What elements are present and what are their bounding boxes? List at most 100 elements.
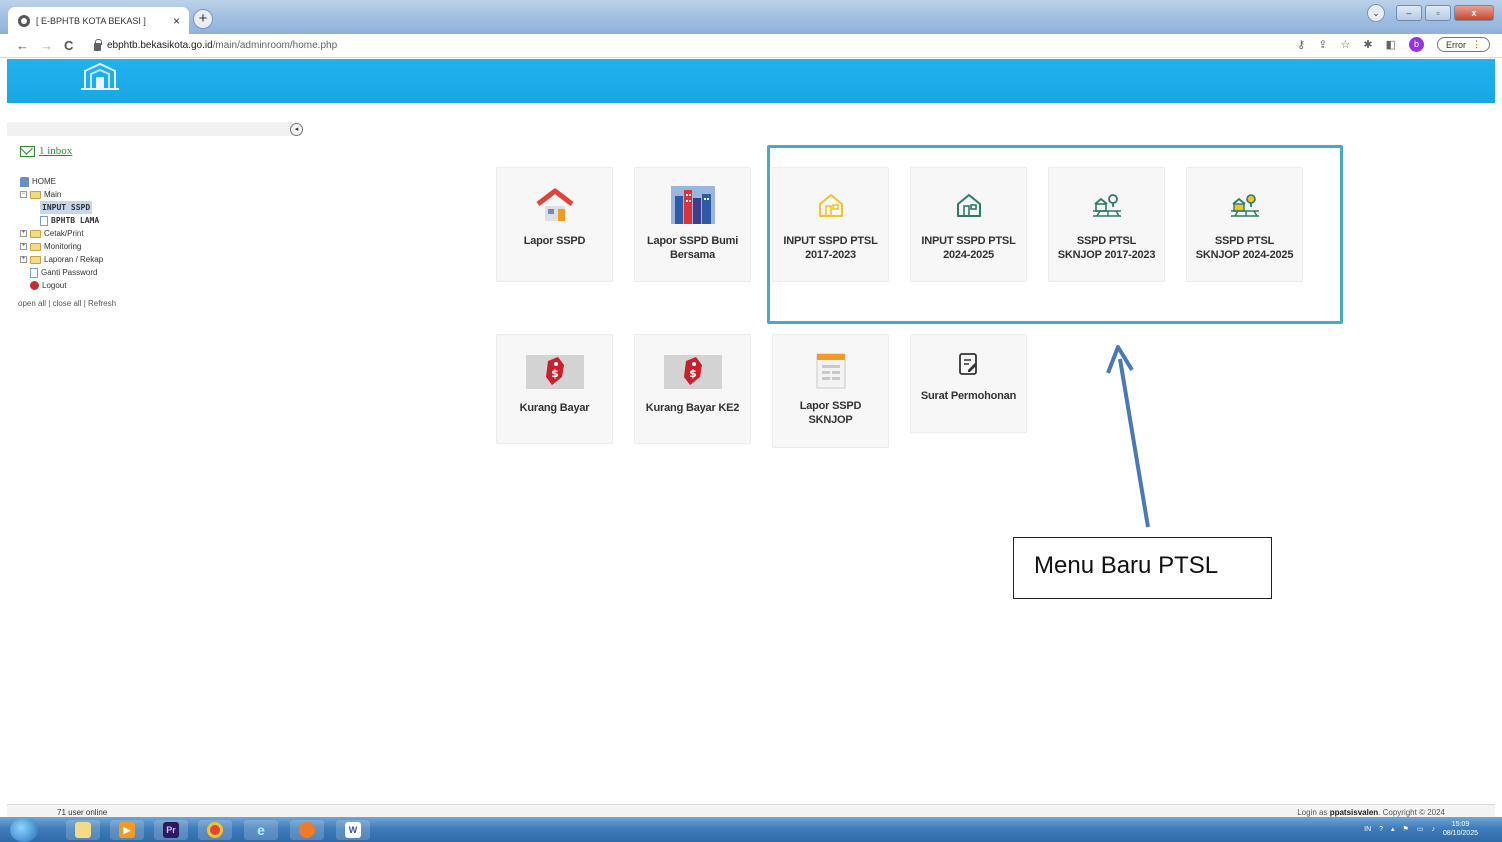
navigation-tree: HOME − Main INPUT SSPD BPHTB LAMA + Ceta… <box>20 175 103 292</box>
tree-label: Laporan / Rekap <box>44 255 104 264</box>
language-indicator[interactable]: IN <box>1364 826 1371 833</box>
menu-card-lapor-bumi-bersama[interactable]: Lapor SSPD Bumi Bersama <box>634 167 751 282</box>
inbox-link[interactable]: 1 inbox <box>20 145 72 157</box>
menu-card-lapor-sspd[interactable]: Lapor SSPD <box>496 167 613 282</box>
edit-document-icon <box>958 349 980 379</box>
extensions-icon[interactable]: ✱ <box>1363 38 1372 51</box>
new-menu-highlight <box>767 145 1343 324</box>
firefox-taskbar-icon[interactable] <box>290 820 324 840</box>
globe-icon <box>18 14 30 27</box>
collapse-icon[interactable]: − <box>20 191 27 198</box>
menu-card-lapor-skjop[interactable]: Lapor SSPD SKNJOP <box>772 334 889 448</box>
tab-search-button[interactable]: ⌄ <box>1367 4 1385 22</box>
open-all-link[interactable]: open all <box>18 299 46 308</box>
share-icon[interactable]: ⇪ <box>1318 38 1327 51</box>
menu-card-label: Surat Permohonan <box>920 390 1017 402</box>
annotation-callout: Menu Baru PTSL <box>1013 537 1272 599</box>
browser-tab[interactable]: [ E-BPHTB KOTA BEKASI ] × <box>8 7 189 34</box>
clock[interactable]: 15:09 08/10/2025 <box>1443 820 1478 838</box>
close-window-button[interactable]: x <box>1454 5 1494 21</box>
minimize-button[interactable]: – <box>1396 5 1422 21</box>
menu-card-surat-permohonan[interactable]: Surat Permohonan <box>910 334 1027 433</box>
house-icon <box>535 186 574 224</box>
help-icon[interactable]: ? <box>1379 826 1383 833</box>
tab-close-button[interactable]: × <box>173 14 180 28</box>
tree-item-home[interactable]: HOME <box>20 175 103 188</box>
clock-date: 08/10/2025 <box>1442 830 1478 837</box>
page-icon <box>40 215 48 226</box>
tree-item-monitoring[interactable]: + Monitoring <box>20 240 103 253</box>
buildings-icon <box>670 186 715 224</box>
clock-time: 15:09 <box>1451 821 1470 828</box>
network-icon[interactable]: ▭ <box>1417 825 1424 833</box>
menu-dots-icon: ⋮ <box>1472 39 1481 49</box>
reload-button[interactable]: C <box>64 38 73 53</box>
menu-card-label: Lapor SSPD SKNJOP <box>799 400 862 426</box>
url-path: /main/adminroom/home.php <box>212 40 338 51</box>
menu-card-kurang-bayar[interactable]: $ Kurang Bayar <box>496 334 613 444</box>
tree-label: Logout <box>42 281 67 290</box>
username: ppatsisvalen <box>1329 808 1379 817</box>
key-icon[interactable]: ⚷ <box>1297 38 1305 51</box>
chrome-taskbar-icon[interactable] <box>198 820 232 840</box>
side-panel-icon[interactable]: ◧ <box>1386 38 1396 51</box>
sidebar-header-bar <box>7 122 292 136</box>
tree-label: BPHTB LAMA <box>51 216 100 225</box>
premiere-taskbar-icon[interactable]: Pr <box>154 820 188 840</box>
internet-explorer-taskbar-icon[interactable]: e <box>244 820 278 840</box>
maximize-button[interactable]: ▫ <box>1425 5 1451 21</box>
refresh-link[interactable]: Refresh <box>88 299 116 308</box>
tray-arrow-icon[interactable]: ▴ <box>1391 825 1395 833</box>
svg-text:$: $ <box>689 367 697 380</box>
tree-label: Main <box>44 190 62 199</box>
money-tag-icon: $ <box>525 353 584 391</box>
expand-icon[interactable]: + <box>20 243 27 250</box>
tree-item-main[interactable]: − Main <box>20 188 103 201</box>
window-controls: ⌄ – ▫ x <box>1367 4 1494 22</box>
flag-icon[interactable]: ⚑ <box>1403 825 1409 833</box>
new-tab-button[interactable]: + <box>193 9 213 29</box>
menu-card-kurang-bayar-ke2[interactable]: $ Kurang Bayar KE2 <box>634 334 751 444</box>
close-all-link[interactable]: close all <box>53 299 82 308</box>
system-tray: IN ? ▴ ⚑ ▭ ♪ 15:09 08/10/2025 <box>1364 820 1478 838</box>
site-header <box>7 59 1495 103</box>
tree-item-logout[interactable]: Logout <box>20 279 103 292</box>
tree-item-input-sspd[interactable]: INPUT SSPD <box>20 201 103 214</box>
tree-label: HOME <box>32 177 56 186</box>
expand-icon[interactable]: + <box>20 230 27 237</box>
tree-label: INPUT SSPD <box>40 201 93 214</box>
expand-icon[interactable]: + <box>20 256 27 263</box>
back-button[interactable]: ← <box>16 38 29 53</box>
forward-button[interactable]: → <box>40 38 53 53</box>
money-tag-icon: $ <box>663 353 722 391</box>
word-taskbar-icon[interactable]: W <box>336 820 370 840</box>
tree-label: Monitoring <box>44 242 82 251</box>
explorer-taskbar-icon[interactable] <box>66 820 100 840</box>
tree-label: Cetak/Print <box>44 229 84 238</box>
status-bar: 71 user online Login as ppatsisvalen. Co… <box>7 804 1495 817</box>
home-icon <box>20 176 29 187</box>
collapse-sidebar-icon[interactable]: ◂ <box>290 123 303 136</box>
media-player-taskbar-icon[interactable]: ▶ <box>110 820 144 840</box>
login-info: Login as ppatsisvalen. Copyright © 2024 <box>1297 808 1445 817</box>
tree-item-laporan[interactable]: + Laporan / Rekap <box>20 253 103 266</box>
profile-avatar[interactable]: b <box>1409 37 1424 52</box>
star-icon[interactable]: ☆ <box>1341 38 1351 51</box>
volume-icon[interactable]: ♪ <box>1431 826 1435 833</box>
url-domain: ebphtb.bekasikota.go.id <box>107 40 213 51</box>
tree-item-ganti-password[interactable]: Ganti Password <box>20 266 103 279</box>
lock-icon <box>94 38 102 51</box>
inbox-label[interactable]: 1 inbox <box>39 145 72 157</box>
tree-label: Ganti Password <box>41 268 98 277</box>
logout-icon <box>30 281 39 290</box>
url-field[interactable]: ebphtb.bekasikota.go.id/main/adminroom/h… <box>94 38 338 51</box>
tree-item-bphtb-lama[interactable]: BPHTB LAMA <box>20 214 103 227</box>
error-chip[interactable]: Error ⋮ <box>1437 37 1490 52</box>
copyright: . Copyright © 2024 <box>1378 808 1445 817</box>
svg-text:$: $ <box>551 367 559 380</box>
start-button[interactable] <box>10 818 38 842</box>
page-icon <box>30 267 38 278</box>
tree-item-cetak[interactable]: + Cetak/Print <box>20 227 103 240</box>
folder-open-icon <box>30 190 41 199</box>
mail-icon <box>20 146 35 157</box>
